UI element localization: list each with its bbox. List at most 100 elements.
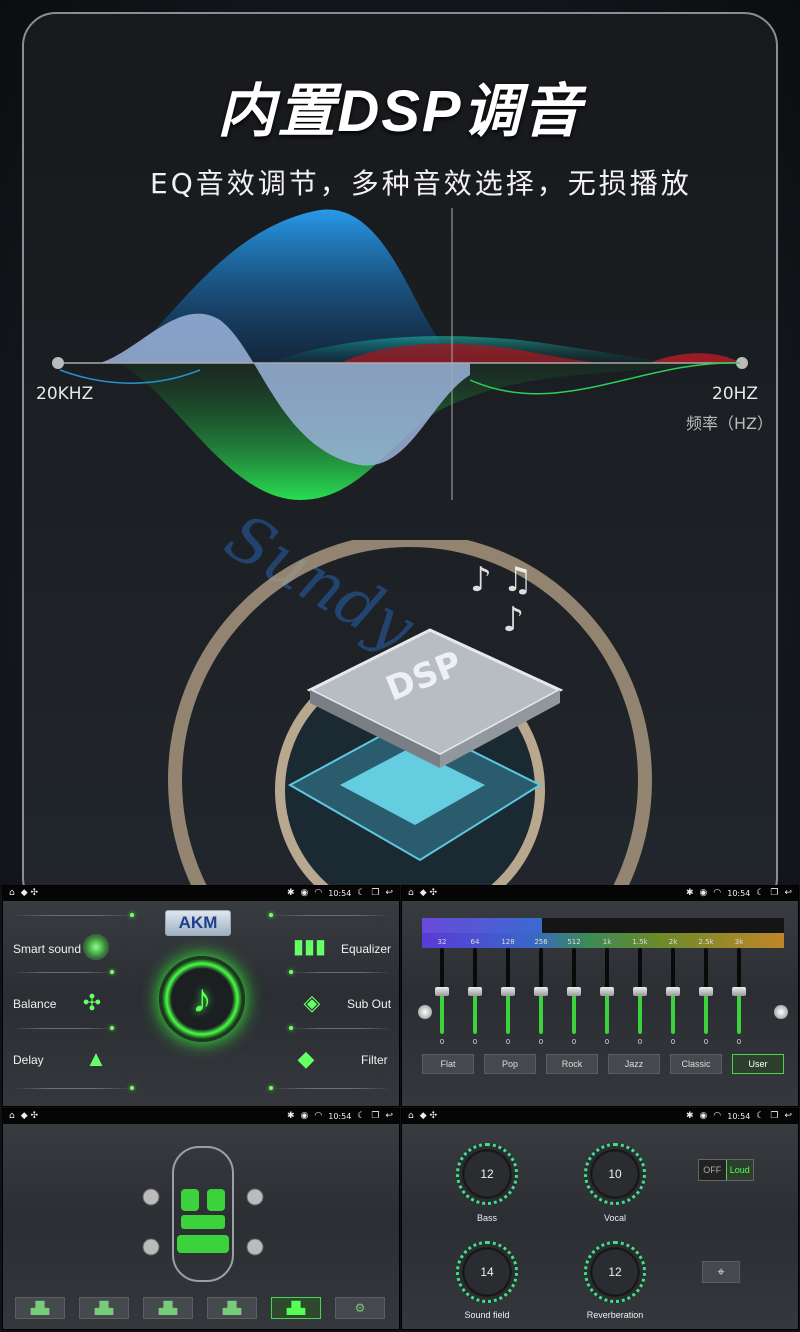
back-icon[interactable]: ↩: [385, 1112, 393, 1121]
loudness-off: OFF: [703, 1165, 722, 1175]
home-icon[interactable]: ⌂: [408, 1112, 414, 1121]
vocal-knob[interactable]: 10: [584, 1143, 646, 1205]
night-mode-icon[interactable]: ☾: [756, 1112, 764, 1121]
recent-apps-icon[interactable]: ❐: [770, 889, 778, 898]
eq-slider-knob[interactable]: [633, 986, 647, 996]
status-time: 10:54: [727, 1112, 751, 1121]
back-icon[interactable]: ↩: [385, 889, 393, 898]
eq-band-slider[interactable]: [534, 948, 548, 1034]
reverberation-knob[interactable]: 12: [584, 1241, 646, 1303]
hero-banner: 内置DSP调音 EQ音效调节，多种音效选择，无损播放 20KHZ 20HZ 频率…: [0, 0, 800, 885]
bass-label: Bass: [476, 1213, 497, 1223]
bluetooth-icon: ✱: [685, 1111, 694, 1121]
sound-effects-panel: ⌂ ◆ ✣ ✱ ◉ ◠ 10:54 ☾ ❐ ↩ 12 Bass 10 Vocal…: [401, 1108, 799, 1330]
back-icon[interactable]: ↩: [784, 1112, 792, 1121]
seat-button-seat-all[interactable]: ▟▙: [271, 1297, 321, 1319]
sound-position-button[interactable]: ⌖: [702, 1261, 740, 1283]
eq-slider-knob[interactable]: [435, 986, 449, 996]
usb-icon: ◆ ✣: [419, 1111, 438, 1121]
seat-button-seat-front-left[interactable]: ▟▙: [15, 1297, 65, 1319]
subline: EQ音效调节，多种音效选择，无损播放: [150, 167, 692, 200]
eq-band-value: 0: [703, 1038, 709, 1046]
eq-band-label: 512: [567, 938, 581, 946]
seat-button-seat-rear-right[interactable]: ▟▙: [207, 1297, 257, 1319]
balance-icon[interactable]: ✣: [79, 990, 105, 1016]
night-mode-icon[interactable]: ☾: [357, 889, 365, 898]
delay-icon[interactable]: ▲: [83, 1046, 109, 1072]
user-settings-icon: ⚙: [354, 1301, 366, 1315]
eq-band-slider[interactable]: [567, 948, 581, 1034]
sub-out-icon[interactable]: ◈: [299, 990, 325, 1016]
reverberation-value: 12: [608, 1265, 622, 1279]
eq-slider-knob[interactable]: [666, 986, 680, 996]
eq-band-slider[interactable]: [468, 948, 482, 1034]
recent-apps-icon[interactable]: ❐: [371, 889, 379, 898]
eq-band-value: 0: [571, 1038, 577, 1046]
crosshair-icon: ⌖: [717, 1264, 725, 1279]
menu-sub-out[interactable]: Sub Out: [347, 997, 391, 1011]
status-bar: ⌂ ◆ ✣ ✱ ◉ ◠ 10:54 ☾ ❐ ↩: [402, 1109, 798, 1124]
eq-slider-knob[interactable]: [600, 986, 614, 996]
eq-band-slider[interactable]: [699, 948, 713, 1034]
wifi-icon: ◠: [713, 888, 722, 898]
eq-band-value: 0: [472, 1038, 478, 1046]
night-mode-icon[interactable]: ☾: [357, 1112, 365, 1121]
eq-band-slider[interactable]: [666, 948, 680, 1034]
home-icon[interactable]: ⌂: [9, 889, 15, 898]
eq-slider-knob[interactable]: [534, 986, 548, 996]
back-icon[interactable]: ↩: [784, 889, 792, 898]
preset-button-rock[interactable]: Rock: [546, 1054, 598, 1074]
seat-button-seat-front-right[interactable]: ▟▙: [79, 1297, 129, 1319]
seat-button-user-settings[interactable]: ⚙: [335, 1297, 385, 1319]
menu-smart-sound[interactable]: Smart sound: [13, 942, 81, 956]
bass-knob[interactable]: 12: [456, 1143, 518, 1205]
eq-band-value: 0: [538, 1038, 544, 1046]
eq-band-slider[interactable]: [732, 948, 746, 1034]
eq-slider-knob[interactable]: [732, 986, 746, 996]
preset-button-classic[interactable]: Classic: [670, 1054, 722, 1074]
home-icon[interactable]: ⌂: [9, 1112, 15, 1121]
eq-band-label: 256: [534, 938, 548, 946]
eq-band-slider[interactable]: [435, 948, 449, 1034]
smart-sound-icon[interactable]: [83, 934, 109, 960]
filter-icon[interactable]: ◆: [293, 1046, 319, 1072]
balance-panel: ⌂ ◆ ✣ ✱ ◉ ◠ 10:54 ☾ ❐ ↩ ▟▙ ▟▙ ▟▙ ▟▙ ▟▙ ⚙: [2, 1108, 400, 1330]
location-icon: ◉: [300, 888, 309, 898]
eq-band-slider[interactable]: [633, 948, 647, 1034]
preset-button-flat[interactable]: Flat: [422, 1054, 474, 1074]
menu-balance[interactable]: Balance: [13, 997, 56, 1011]
music-note-button[interactable]: ♪: [159, 956, 245, 1042]
preset-button-user[interactable]: User: [732, 1054, 784, 1074]
loudness-toggle[interactable]: OFF Loud: [698, 1159, 754, 1181]
status-time: 10:54: [727, 889, 751, 898]
night-mode-icon[interactable]: ☾: [756, 889, 764, 898]
home-icon[interactable]: ⌂: [408, 889, 414, 898]
eq-slider-knob[interactable]: [699, 986, 713, 996]
wifi-icon: ◠: [314, 1111, 323, 1121]
music-notes-icon: ♪ ♫ ♪: [470, 560, 533, 640]
menu-equalizer[interactable]: Equalizer: [341, 942, 391, 956]
recent-apps-icon[interactable]: ❐: [371, 1112, 379, 1121]
seat-icon: ▟▙: [94, 1301, 114, 1315]
seat-icon: ▟▙: [30, 1301, 50, 1315]
menu-delay[interactable]: Delay: [13, 1053, 44, 1067]
eq-slider-knob[interactable]: [468, 986, 482, 996]
eq-curve-graphic: [52, 208, 748, 500]
eq-band-slider[interactable]: [501, 948, 515, 1034]
preset-button-jazz[interactable]: Jazz: [608, 1054, 660, 1074]
dsp-menu-panel: ⌂ ◆ ✣ ✱ ◉ ◠ 10:54 ☾ ❐ ↩ AKM Smart sound …: [2, 885, 400, 1107]
eq-scroll-left-knob[interactable]: [418, 1005, 432, 1019]
equalizer-icon[interactable]: ▮▮▮: [293, 934, 326, 960]
brand-logo: AKM: [165, 910, 231, 936]
preset-button-pop[interactable]: Pop: [484, 1054, 536, 1074]
recent-apps-icon[interactable]: ❐: [770, 1112, 778, 1121]
eq-scroll-right-knob[interactable]: [774, 1005, 788, 1019]
eq-slider-knob[interactable]: [567, 986, 581, 996]
usb-icon: ◆ ✣: [419, 888, 438, 898]
menu-filter[interactable]: Filter: [361, 1053, 388, 1067]
eq-slider-knob[interactable]: [501, 986, 515, 996]
seat-button-seat-rear-left[interactable]: ▟▙: [143, 1297, 193, 1319]
eq-band-value: 0: [670, 1038, 676, 1046]
sound-field-knob[interactable]: 14: [456, 1241, 518, 1303]
eq-band-slider[interactable]: [600, 948, 614, 1034]
